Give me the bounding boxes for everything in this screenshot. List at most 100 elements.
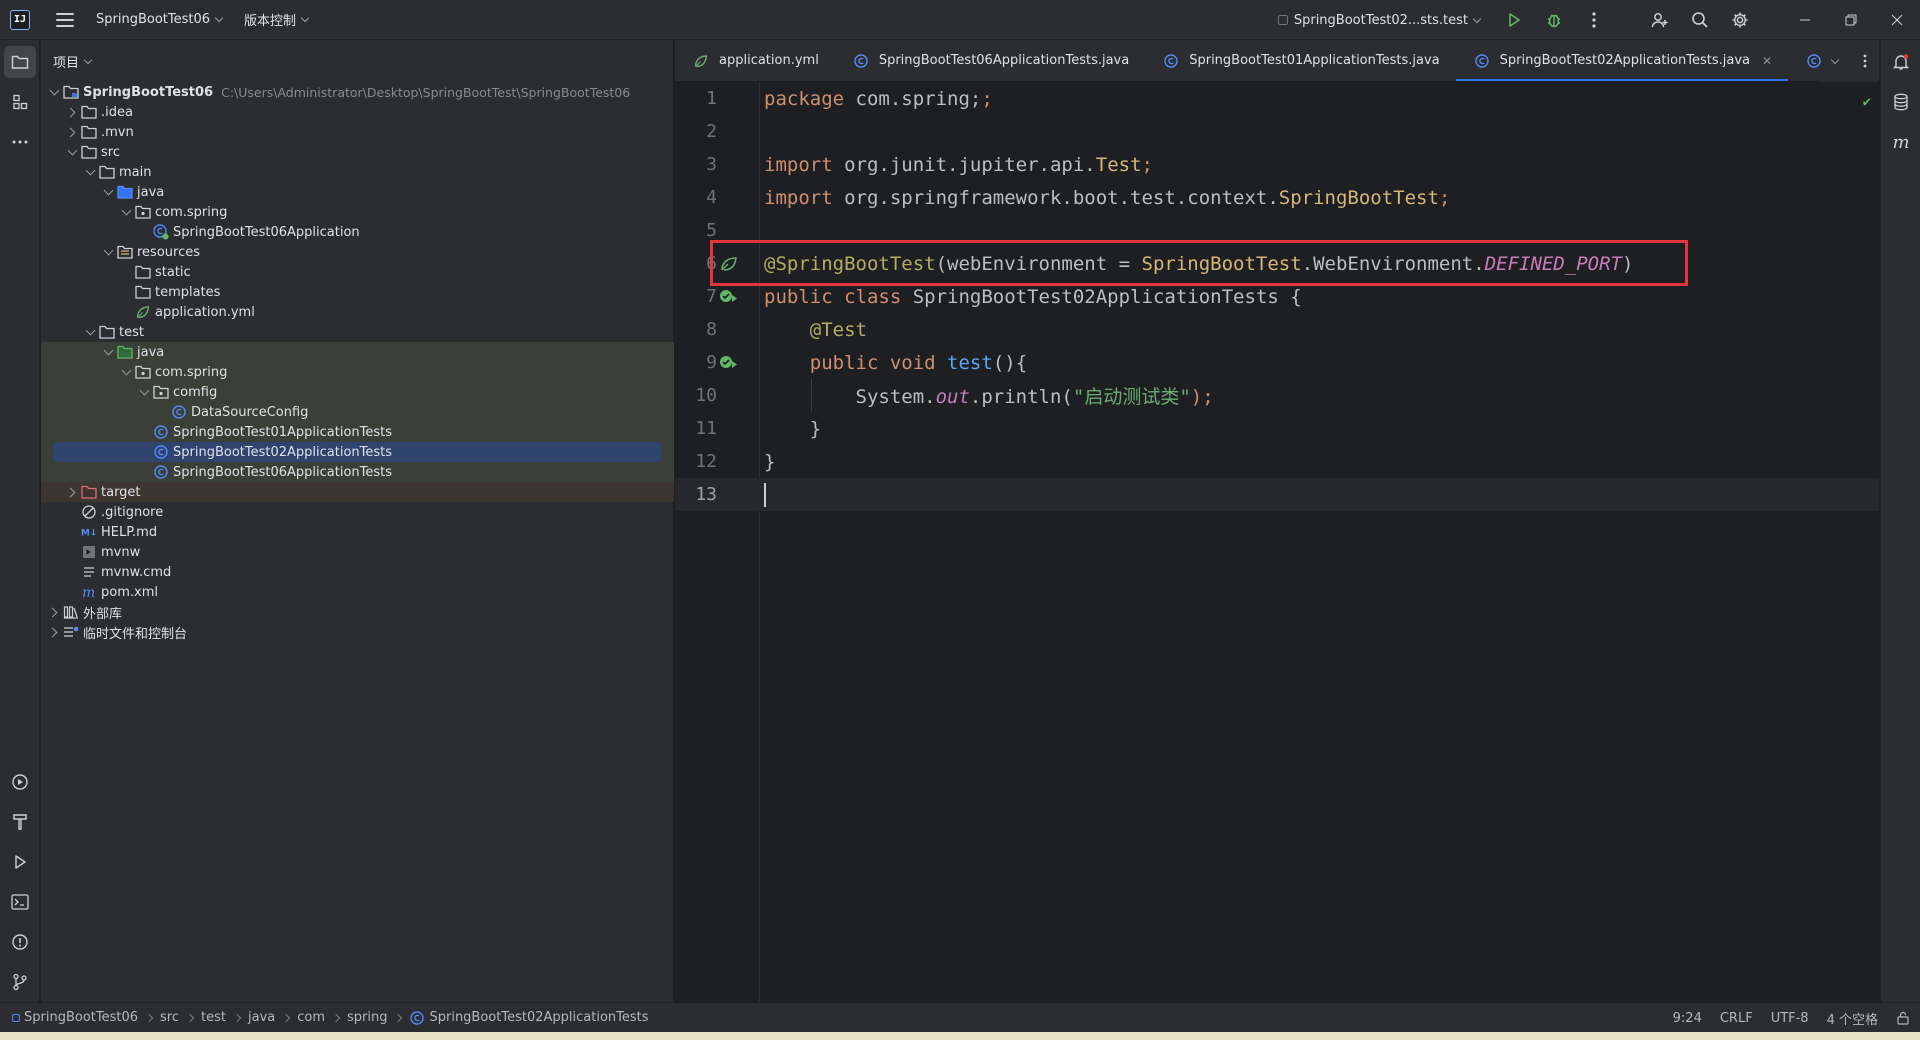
run-test-gutter-icon[interactable] <box>718 352 740 374</box>
chevron-right-icon[interactable] <box>47 622 61 642</box>
editor-tab[interactable]: SpringBootTest06ApplicationTests.java <box>835 40 1145 81</box>
tree-item[interactable]: main <box>41 162 674 182</box>
more-actions-button[interactable] <box>1574 0 1614 40</box>
run-tool-button[interactable] <box>4 846 36 878</box>
tree-item[interactable]: 临时文件和控制台 <box>41 622 674 642</box>
tree-item[interactable]: templates <box>41 282 674 302</box>
tree-item[interactable]: java <box>41 182 674 202</box>
close-window-button[interactable] <box>1874 0 1920 40</box>
breadcrumb-item[interactable]: com <box>297 1010 325 1025</box>
run-test-gutter-icon[interactable] <box>718 286 740 308</box>
maven-tool-button[interactable]: m <box>1885 126 1917 158</box>
intellij-logo-icon[interactable]: IJ <box>10 9 30 30</box>
run-button[interactable] <box>1494 0 1534 40</box>
breadcrumb-item[interactable]: src <box>160 1010 179 1025</box>
tree-item[interactable]: mvnw <box>41 542 674 562</box>
tree-item[interactable]: DataSourceConfig <box>41 402 674 422</box>
tree-item[interactable]: .mvn <box>41 122 674 142</box>
tree-item[interactable]: static <box>41 262 674 282</box>
tree-item[interactable]: M↓ HELP.md <box>41 522 674 542</box>
vcs-menu[interactable]: 版本控制 <box>244 10 310 29</box>
chevron-down-icon[interactable] <box>83 162 97 182</box>
git-tool-button[interactable] <box>4 966 36 998</box>
chevron-down-icon[interactable] <box>65 142 79 162</box>
more-vertical-icon[interactable] <box>1863 54 1867 68</box>
main-menu-icon[interactable] <box>56 12 74 27</box>
code-editor[interactable]: ✔ 1 package com.spring;; 2 3 import org.… <box>675 82 1879 1002</box>
breadcrumb-item[interactable]: java <box>248 1010 275 1025</box>
chevron-right-icon[interactable] <box>65 102 79 122</box>
notifications-tool-button[interactable] <box>1885 46 1917 78</box>
structure-tool-button[interactable] <box>4 86 36 118</box>
code-text: org.springframework.boot.test.context. <box>832 186 1279 209</box>
breadcrumb-item[interactable]: spring <box>347 1010 387 1025</box>
chevron-right-icon[interactable] <box>65 122 79 142</box>
tree-item[interactable]: SpringBootTest01ApplicationTests <box>41 422 674 442</box>
tree-item[interactable]: .idea <box>41 102 674 122</box>
file-encoding[interactable]: UTF-8 <box>1771 1011 1809 1026</box>
chevron-right-icon[interactable] <box>65 482 79 502</box>
tree-item[interactable]: SpringBootTest06 C:\Users\Administrator\D… <box>41 82 674 102</box>
close-icon <box>1891 14 1903 26</box>
terminal-tool-button[interactable] <box>4 886 36 918</box>
tabs-dropdown-icon[interactable] <box>1830 55 1839 64</box>
breadcrumb-item[interactable]: test <box>201 1010 226 1025</box>
breadcrumb-item[interactable]: SpringBootTest02ApplicationTests <box>409 1010 649 1026</box>
chevron-right-icon[interactable] <box>47 602 61 622</box>
chevron-down-icon[interactable] <box>119 362 133 382</box>
tree-item[interactable]: application.yml <box>41 302 674 322</box>
tree-item[interactable]: .gitignore <box>41 502 674 522</box>
project-view-selector[interactable]: 项目 <box>41 40 673 82</box>
chevron-down-icon[interactable] <box>101 342 115 362</box>
search-everywhere-button[interactable] <box>1680 0 1720 40</box>
problems-tool-button[interactable] <box>4 926 36 958</box>
tree-item[interactable]: test <box>41 322 674 342</box>
build-tool-button[interactable] <box>4 806 36 838</box>
breadcrumb-item[interactable]: SpringBootTest06 <box>12 1010 138 1025</box>
editor-tab[interactable]: SpringBootTest02ApplicationTests.java ✕ <box>1455 40 1789 81</box>
debug-button[interactable] <box>1534 0 1574 40</box>
line-separator[interactable]: CRLF <box>1720 1011 1753 1026</box>
chevron-down-icon[interactable] <box>47 82 61 102</box>
lock-icon[interactable] <box>1896 1011 1910 1025</box>
tree-item[interactable]: com.spring <box>41 362 674 382</box>
text-file-icon <box>81 564 97 580</box>
settings-button[interactable] <box>1720 0 1760 40</box>
tree-item[interactable]: 外部库 <box>41 602 674 622</box>
tree-item[interactable]: resources <box>41 242 674 262</box>
chevron-down-icon[interactable] <box>101 242 115 262</box>
tree-item[interactable]: com.spring <box>41 202 674 222</box>
close-tab-icon[interactable]: ✕ <box>1762 54 1772 68</box>
chevron-down-icon[interactable] <box>119 202 133 222</box>
tree-item[interactable]: SpringBootTest06Application <box>41 222 674 242</box>
breadcrumb-label: SpringBootTest06 <box>24 1010 139 1025</box>
tree-item[interactable]: SpringBootTest02ApplicationTests <box>41 442 674 462</box>
tree-item[interactable]: java <box>41 342 674 362</box>
tree-item[interactable]: SpringBootTest06ApplicationTests <box>41 462 674 482</box>
editor-tab[interactable]: SpringBootTest01ApplicationTests.java <box>1145 40 1455 81</box>
tree-item[interactable]: comfig <box>41 382 674 402</box>
tree-item[interactable]: m pom.xml <box>41 582 674 602</box>
services-tool-button[interactable] <box>4 766 36 798</box>
chevron-down-icon[interactable] <box>83 322 97 342</box>
svg-text:m: m <box>82 585 95 599</box>
keyword: public class <box>764 285 902 308</box>
editor-tab[interactable]: application.yml <box>675 40 835 81</box>
project-selector[interactable]: SpringBootTest06 <box>96 12 224 27</box>
restore-window-button[interactable] <box>1828 0 1874 40</box>
minimize-window-button[interactable] <box>1782 0 1828 40</box>
code-with-me-button[interactable] <box>1640 0 1680 40</box>
tree-item[interactable]: src <box>41 142 674 162</box>
more-tools-button[interactable] <box>4 126 36 158</box>
tree-item[interactable]: mvnw.cmd <box>41 562 674 582</box>
chevron-down-icon[interactable] <box>137 382 151 402</box>
caret-position[interactable]: 9:24 <box>1673 1011 1702 1026</box>
chevron-down-icon[interactable] <box>101 182 115 202</box>
chevron-right-icon <box>232 1013 242 1022</box>
project-tool-button[interactable] <box>4 46 36 78</box>
indent-setting[interactable]: 4 个空格 <box>1827 1009 1878 1028</box>
folder-icon <box>135 284 151 300</box>
database-tool-button[interactable] <box>1885 86 1917 118</box>
tree-item[interactable]: target <box>41 482 674 502</box>
run-configuration-selector[interactable]: SpringBootTest02...sts.test <box>1277 13 1482 28</box>
